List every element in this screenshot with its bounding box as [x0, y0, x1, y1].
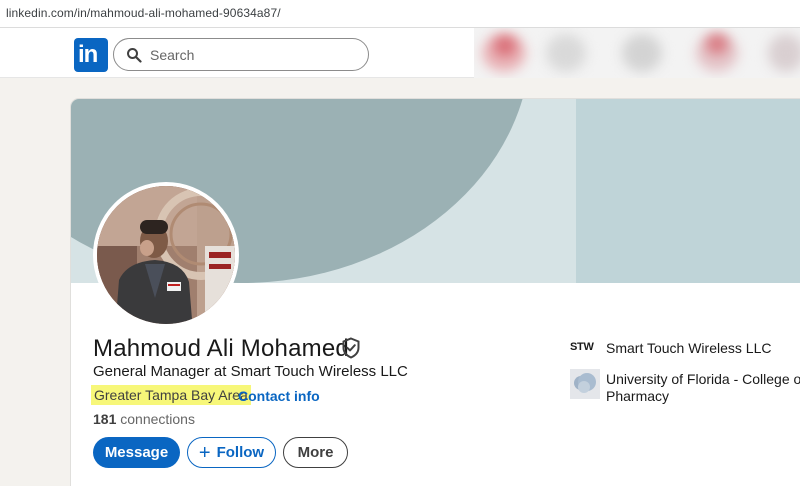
profile-name: Mahmoud Ali Mohamed: [93, 335, 349, 362]
banner-panel: [576, 99, 800, 283]
logo-text: in: [78, 41, 98, 68]
top-navbar: in: [0, 28, 800, 78]
profile-photo[interactable]: [93, 182, 239, 328]
contact-info-link[interactable]: Contact info: [238, 388, 320, 404]
blurred-nav-items: [474, 28, 800, 78]
browser-address-bar[interactable]: linkedin.com/in/mahmoud-ali-mohamed-9063…: [0, 0, 800, 28]
message-button[interactable]: Message: [93, 437, 180, 468]
connections-label: connections: [120, 411, 195, 427]
url-text[interactable]: linkedin.com/in/mahmoud-ali-mohamed-9063…: [6, 6, 281, 20]
search-box[interactable]: [113, 38, 369, 71]
follow-button-label: Follow: [216, 444, 265, 461]
plus-icon: +: [198, 441, 211, 464]
connections-number: 181: [93, 411, 117, 427]
school-logo: [570, 369, 600, 399]
linkedin-logo[interactable]: in: [74, 38, 108, 72]
search-icon: [127, 48, 142, 63]
location-separator: ·: [231, 388, 236, 404]
more-button[interactable]: More: [283, 437, 348, 468]
message-button-label: Message: [104, 444, 169, 461]
more-button-label: More: [297, 444, 334, 461]
connections-count[interactable]: 181 connections: [93, 411, 195, 427]
profile-location: Greater Tampa Bay Area: [91, 385, 251, 405]
search-input[interactable]: [150, 45, 350, 65]
company-logo: STW: [570, 341, 594, 353]
verified-shield-icon[interactable]: [341, 337, 361, 359]
company-logo-text: STW: [570, 341, 594, 353]
profile-headline: General Manager at Smart Touch Wireless …: [93, 363, 408, 380]
company-name[interactable]: Smart Touch Wireless LLC: [606, 340, 771, 356]
follow-button[interactable]: + Follow: [187, 437, 276, 468]
school-name[interactable]: University of Florida - College of Pharm…: [606, 371, 800, 405]
